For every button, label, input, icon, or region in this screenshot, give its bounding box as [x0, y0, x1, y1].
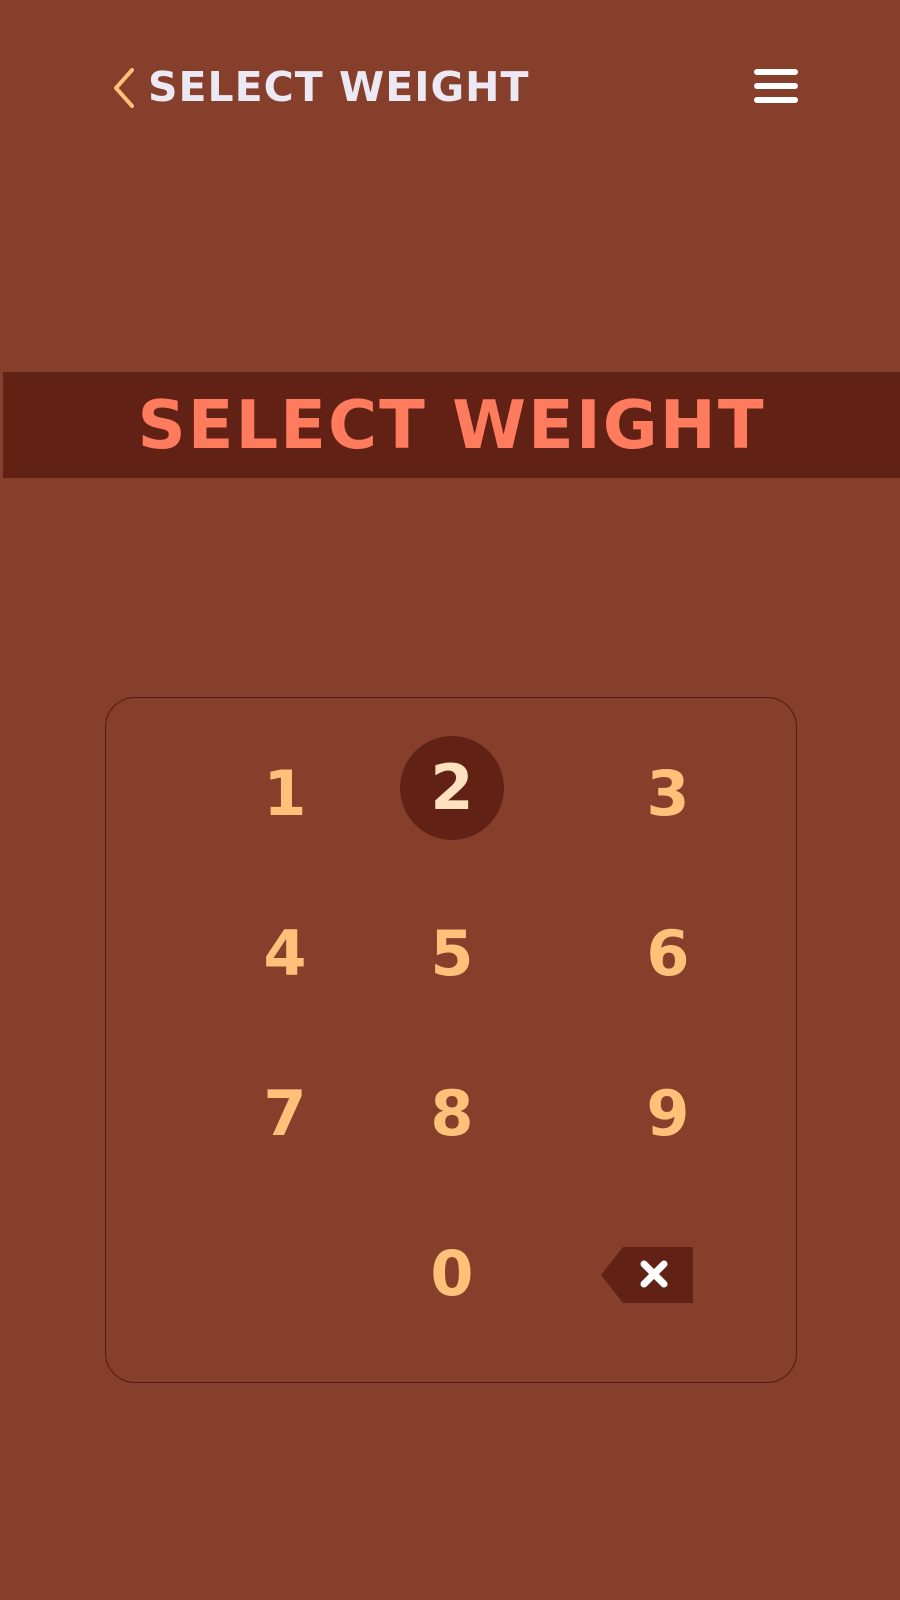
hamburger-menu-icon — [754, 69, 798, 103]
key-1[interactable]: 1 — [233, 742, 337, 846]
top-bar: SELECT WEIGHT — [0, 0, 900, 175]
menu-button[interactable] — [752, 67, 800, 107]
title-banner: SELECT WEIGHT — [3, 372, 900, 478]
banner-title: SELECT WEIGHT — [137, 386, 766, 464]
key-2[interactable]: 2 — [400, 736, 504, 840]
numeric-keypad: 1 2 3 4 5 6 7 8 9 0 — [105, 697, 797, 1383]
key-5[interactable]: 5 — [400, 902, 504, 1006]
backspace-button[interactable] — [601, 1247, 693, 1303]
back-button[interactable] — [110, 66, 140, 110]
key-0[interactable]: 0 — [400, 1222, 504, 1326]
key-9[interactable]: 9 — [616, 1062, 720, 1166]
key-3[interactable]: 3 — [616, 742, 720, 846]
key-4[interactable]: 4 — [233, 902, 337, 1006]
key-6[interactable]: 6 — [616, 902, 720, 1006]
key-8[interactable]: 8 — [400, 1062, 504, 1166]
backspace-icon — [601, 1247, 693, 1303]
chevron-left-icon — [114, 68, 134, 108]
key-7[interactable]: 7 — [233, 1062, 337, 1166]
header-title: SELECT WEIGHT — [148, 63, 530, 111]
